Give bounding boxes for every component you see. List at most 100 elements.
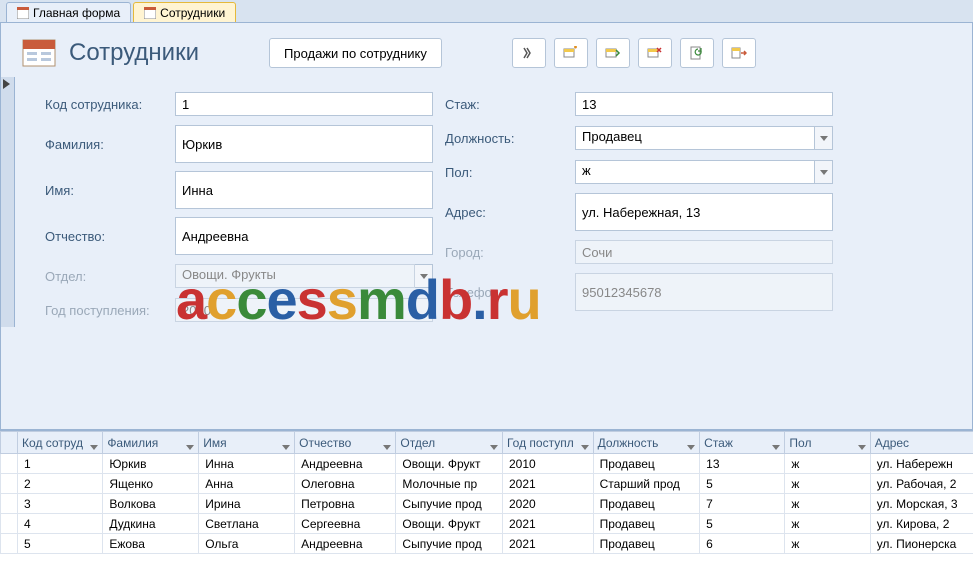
cell[interactable]: ул. Морская, 3 (870, 494, 973, 514)
cell[interactable]: Петровна (295, 494, 396, 514)
refresh-button[interactable] (680, 38, 714, 68)
cell[interactable]: Старший прод (593, 474, 700, 494)
cell[interactable]: Овощи. Фрукт (396, 454, 503, 474)
cell[interactable]: ул. Кирова, 2 (870, 514, 973, 534)
cell[interactable]: ж (785, 514, 870, 534)
cell[interactable]: 3 (18, 494, 103, 514)
cell[interactable]: ул. Рабочая, 2 (870, 474, 973, 494)
column-header[interactable]: Имя (199, 432, 295, 454)
cell[interactable]: Продавец (593, 514, 700, 534)
column-header[interactable]: Пол (785, 432, 870, 454)
save-record-button[interactable] (596, 38, 630, 68)
column-header[interactable]: Должность (593, 432, 700, 454)
chevron-down-icon[interactable] (815, 160, 833, 184)
datasheet-grid[interactable]: Код сотрудФамилияИмяОтчествоОтделГод пос… (0, 430, 973, 575)
cell[interactable]: Продавец (593, 534, 700, 554)
column-header[interactable]: Отчество (295, 432, 396, 454)
cell[interactable]: ж (785, 474, 870, 494)
chevron-down-icon[interactable] (383, 439, 393, 447)
cell[interactable]: 2020 (502, 494, 593, 514)
column-header[interactable]: Год поступл (502, 432, 593, 454)
chevron-down-icon[interactable] (815, 126, 833, 150)
phone-field[interactable] (575, 273, 833, 311)
id-field[interactable] (175, 92, 433, 116)
year-field[interactable] (175, 298, 433, 322)
chevron-down-icon[interactable] (858, 439, 868, 447)
cell[interactable]: 2021 (502, 514, 593, 534)
new-record-button[interactable] (554, 38, 588, 68)
table-row[interactable]: 1ЮркивИннаАндреевнаОвощи. Фрукт2010Прода… (1, 454, 973, 474)
cell[interactable]: 1 (18, 454, 103, 474)
cell[interactable]: Сыпучие прод (396, 494, 503, 514)
cell[interactable]: 5 (700, 474, 785, 494)
cell[interactable]: Юркив (103, 454, 199, 474)
cell[interactable]: Светлана (199, 514, 295, 534)
chevron-down-icon[interactable] (772, 439, 782, 447)
cell[interactable]: Анна (199, 474, 295, 494)
patronymic-field[interactable] (175, 217, 433, 255)
row-selector-header[interactable] (1, 432, 18, 454)
experience-field[interactable] (575, 92, 833, 116)
table-row[interactable]: 5ЕжоваОльгаАндреевнаСыпучие прод2021Прод… (1, 534, 973, 554)
chevron-down-icon[interactable] (186, 439, 196, 447)
cell[interactable]: 5 (18, 534, 103, 554)
row-selector[interactable] (1, 514, 18, 534)
cell[interactable]: Дудкина (103, 514, 199, 534)
delete-record-button[interactable] (638, 38, 672, 68)
cell[interactable]: Молочные пр (396, 474, 503, 494)
column-header[interactable]: Код сотруд (18, 432, 103, 454)
address-field[interactable] (575, 193, 833, 231)
cell[interactable]: Ольга (199, 534, 295, 554)
row-selector[interactable] (1, 474, 18, 494)
lastname-field[interactable] (175, 125, 433, 163)
cell[interactable]: Андреевна (295, 454, 396, 474)
cell[interactable]: Волкова (103, 494, 199, 514)
cell[interactable]: 7 (700, 494, 785, 514)
firstname-field[interactable] (175, 171, 433, 209)
cell[interactable]: 2 (18, 474, 103, 494)
cell[interactable]: ул. Набережн (870, 454, 973, 474)
column-header[interactable]: Стаж (700, 432, 785, 454)
cell[interactable]: 13 (700, 454, 785, 474)
cell[interactable]: Продавец (593, 494, 700, 514)
find-button[interactable] (512, 38, 546, 68)
row-selector[interactable] (1, 454, 18, 474)
table-row[interactable]: 3ВолковаИринаПетровнаСыпучие прод2020Про… (1, 494, 973, 514)
chevron-down-icon[interactable] (90, 439, 100, 447)
chevron-down-icon[interactable] (687, 439, 697, 447)
tab-main-form[interactable]: Главная форма (6, 2, 131, 22)
cell[interactable]: ж (785, 454, 870, 474)
chevron-down-icon[interactable] (282, 439, 292, 447)
chevron-down-icon[interactable] (415, 264, 433, 288)
cell[interactable]: ул. Пионерска (870, 534, 973, 554)
column-header[interactable]: Отдел (396, 432, 503, 454)
cell[interactable]: Ежова (103, 534, 199, 554)
position-select[interactable]: Продавец (575, 126, 815, 150)
cell[interactable]: Овощи. Фрукт (396, 514, 503, 534)
cell[interactable]: Ященко (103, 474, 199, 494)
cell[interactable]: 2021 (502, 474, 593, 494)
cell[interactable]: Олеговна (295, 474, 396, 494)
row-selector[interactable] (1, 494, 18, 514)
department-select[interactable]: Овощи. Фрукты (175, 264, 415, 288)
row-selector[interactable] (1, 534, 18, 554)
cell[interactable]: 5 (700, 514, 785, 534)
cell[interactable]: Сыпучие прод (396, 534, 503, 554)
chevron-down-icon[interactable] (581, 439, 591, 447)
tab-employees[interactable]: Сотрудники (133, 2, 236, 22)
cell[interactable]: Сергеевна (295, 514, 396, 534)
column-header[interactable]: Фамилия (103, 432, 199, 454)
cell[interactable]: 2021 (502, 534, 593, 554)
cell[interactable]: 2010 (502, 454, 593, 474)
sales-by-employee-button[interactable]: Продажи по сотруднику (269, 38, 442, 68)
gender-select[interactable]: ж (575, 160, 815, 184)
close-form-button[interactable] (722, 38, 756, 68)
cell[interactable]: ж (785, 534, 870, 554)
cell[interactable]: Ирина (199, 494, 295, 514)
record-selector[interactable] (1, 77, 15, 327)
city-field[interactable] (575, 240, 833, 264)
table-row[interactable]: 4ДудкинаСветланаСергеевнаОвощи. Фрукт202… (1, 514, 973, 534)
cell[interactable]: 4 (18, 514, 103, 534)
table-row[interactable]: 2ЯщенкоАннаОлеговнаМолочные пр2021Старши… (1, 474, 973, 494)
cell[interactable]: Инна (199, 454, 295, 474)
